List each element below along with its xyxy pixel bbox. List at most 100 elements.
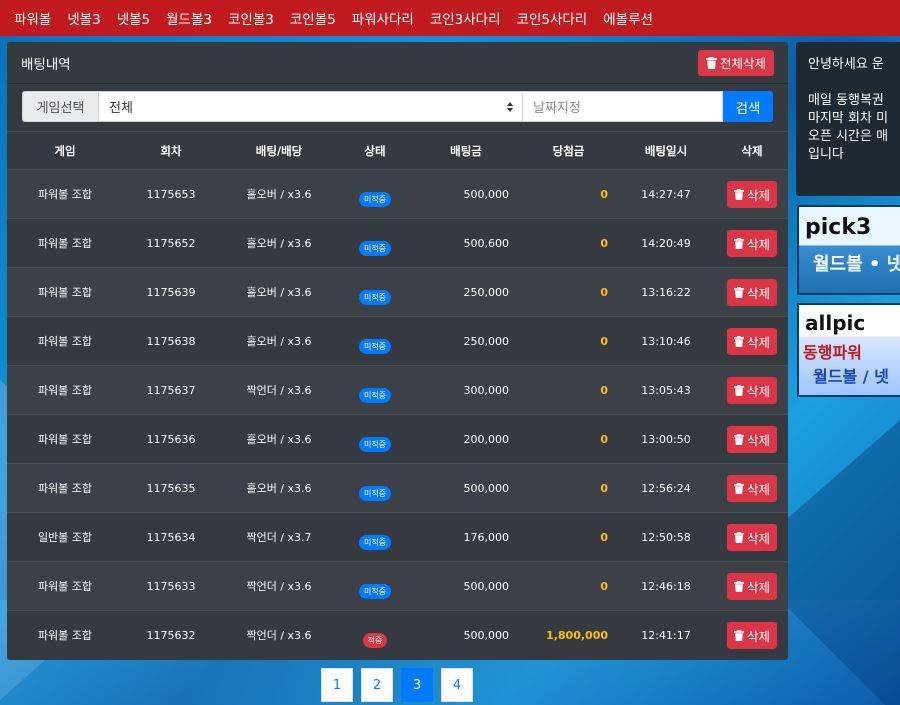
nav-item-coinball5[interactable]: 코인볼5 [290, 8, 336, 28]
trash-icon [733, 335, 744, 347]
trash-icon [733, 237, 744, 249]
page-button-4[interactable]: 4 [441, 668, 473, 702]
cell-delete: 삭제 [716, 267, 788, 317]
trash-icon [733, 188, 744, 200]
table-row: 파워볼 조합 1175653 홀오버 / x3.6 미적중 500,000 0 14:27:… [7, 169, 788, 219]
cell-bet: 홀오버 / x3.6 [219, 218, 339, 268]
nav-item-powerball[interactable]: 파워볼 [14, 8, 51, 28]
delete-button[interactable]: 삭제 [726, 376, 777, 404]
cell-win: 0 [521, 316, 616, 366]
cell-delete: 삭제 [716, 610, 788, 660]
nav-item-power-ladder[interactable]: 파워사다리 [352, 8, 414, 28]
nav-item-netball5[interactable]: 넷볼5 [117, 8, 150, 28]
delete-label: 삭제 [746, 236, 770, 252]
status-badge: 미적중 [358, 191, 392, 207]
column-header: 당첨금 [521, 131, 616, 170]
trash-icon [733, 531, 744, 543]
betting-table: 게임 회차 배팅/배당 상태 배팅금 당첨금 배팅일시 삭제 파워볼 조합 117… [7, 131, 788, 660]
cell-time: 14:20:49 [616, 218, 716, 268]
delete-button[interactable]: 삭제 [726, 572, 777, 600]
cell-amount: 300,000 [411, 365, 521, 415]
allpick-banner[interactable]: allpic 동행파워 월드볼 / 넷 [797, 303, 900, 397]
cell-delete: 삭제 [716, 414, 788, 464]
delete-button[interactable]: 삭제 [726, 229, 777, 257]
cell-win: 0 [521, 463, 616, 513]
cell-bet: 홀오버 / x3.6 [219, 169, 339, 219]
cell-status: 미적중 [339, 512, 411, 562]
page-button-2[interactable]: 2 [361, 668, 393, 702]
delete-button[interactable]: 삭제 [726, 474, 777, 502]
notice-line [808, 74, 894, 92]
cell-amount: 250,000 [411, 267, 521, 317]
trash-icon [705, 56, 717, 69]
cell-round: 1175653 [123, 169, 219, 219]
cell-bet: 짝언더 / x3.6 [219, 365, 339, 415]
column-header: 삭제 [716, 131, 788, 170]
banner-text: 월드볼 • 넷 [813, 254, 900, 275]
delete-label: 삭제 [746, 285, 770, 301]
page-button-3[interactable]: 3 [401, 668, 433, 702]
cell-time: 13:16:22 [616, 267, 716, 317]
cell-round: 1175635 [123, 463, 219, 513]
trash-icon [733, 580, 744, 592]
cell-game: 파워볼 조합 [7, 610, 123, 660]
cell-status: 미적중 [339, 463, 411, 513]
status-badge: 미적중 [358, 240, 392, 256]
notice-line: 마지막 회차 미 [808, 111, 889, 126]
cell-amount: 500,000 [411, 561, 521, 611]
select-arrows-icon [507, 101, 513, 112]
table-row: 일반볼 조합 1175634 짝언더 / x3.7 미적중 176,000 0 12:50:… [7, 512, 788, 562]
allpick-logo: allpic [805, 311, 866, 335]
pick-logo: pick3 [805, 215, 872, 240]
cell-game: 파워볼 조합 [7, 316, 123, 366]
table-row: 파워볼 조합 1175652 홀오버 / x3.6 미적중 500,600 0 14:20:… [7, 218, 788, 268]
status-badge: 미적중 [358, 485, 392, 501]
trash-icon [733, 433, 744, 445]
table-row: 파워볼 조합 1175632 짝언더 / x3.6 적중 500,000 1,800,00… [7, 610, 788, 660]
date-input[interactable]: 날짜지정 [523, 91, 723, 122]
delete-button[interactable]: 삭제 [726, 621, 777, 649]
notice-line: 매일 동행복권 [808, 93, 884, 108]
delete-label: 삭제 [746, 383, 770, 399]
cell-delete: 삭제 [716, 316, 788, 366]
nav-item-coin3-ladder[interactable]: 코인3사다리 [430, 8, 501, 28]
cell-delete: 삭제 [716, 169, 788, 219]
cell-delete: 삭제 [716, 512, 788, 562]
delete-button[interactable]: 삭제 [726, 425, 777, 453]
cell-time: 12:50:58 [616, 512, 716, 562]
cell-win: 1,800,000 [521, 610, 616, 660]
delete-button[interactable]: 삭제 [726, 327, 777, 355]
cell-game: 파워볼 조합 [7, 414, 123, 464]
delete-all-button[interactable]: 전체삭제 [697, 49, 774, 76]
column-header: 배팅/배당 [219, 131, 339, 170]
cell-win: 0 [521, 512, 616, 562]
delete-button[interactable]: 삭제 [726, 278, 777, 306]
notice-line: 안녕하세요 운 [808, 57, 884, 72]
cell-bet: 홀오버 / x3.6 [219, 267, 339, 317]
cell-win: 0 [521, 561, 616, 611]
nav-item-netball3[interactable]: 넷볼3 [67, 8, 100, 28]
delete-button[interactable]: 삭제 [726, 523, 777, 551]
delete-all-label: 전체삭제 [719, 56, 766, 71]
nav-item-worldball3[interactable]: 월드볼3 [166, 8, 212, 28]
cell-win: 0 [521, 267, 616, 317]
page-button-1[interactable]: 1 [321, 668, 353, 702]
delete-button[interactable]: 삭제 [726, 180, 777, 208]
trash-icon [733, 482, 744, 494]
nav-item-coinball3[interactable]: 코인볼3 [228, 8, 274, 28]
game-select[interactable]: 전체 [99, 91, 523, 122]
status-badge: 미적중 [358, 387, 392, 403]
column-header: 회차 [123, 131, 219, 170]
pick-banner[interactable]: pick3 월드볼 • 넷 [797, 205, 900, 295]
cell-bet: 홀오버 / x3.6 [219, 316, 339, 366]
table-row: 파워볼 조합 1175635 홀오버 / x3.6 미적중 500,000 0 12:56:… [7, 463, 788, 513]
delete-label: 삭제 [746, 481, 770, 497]
nav-item-evolution[interactable]: 에볼루션 [603, 8, 653, 28]
cell-delete: 삭제 [716, 365, 788, 415]
nav-item-coin5-ladder[interactable]: 코인5사다리 [517, 8, 588, 28]
cell-game: 파워볼 조합 [7, 169, 123, 219]
search-button[interactable]: 검색 [723, 91, 773, 122]
pagination: 1 2 3 4 [321, 668, 473, 702]
cell-time: 14:27:47 [616, 169, 716, 219]
status-badge: 미적중 [358, 436, 392, 452]
